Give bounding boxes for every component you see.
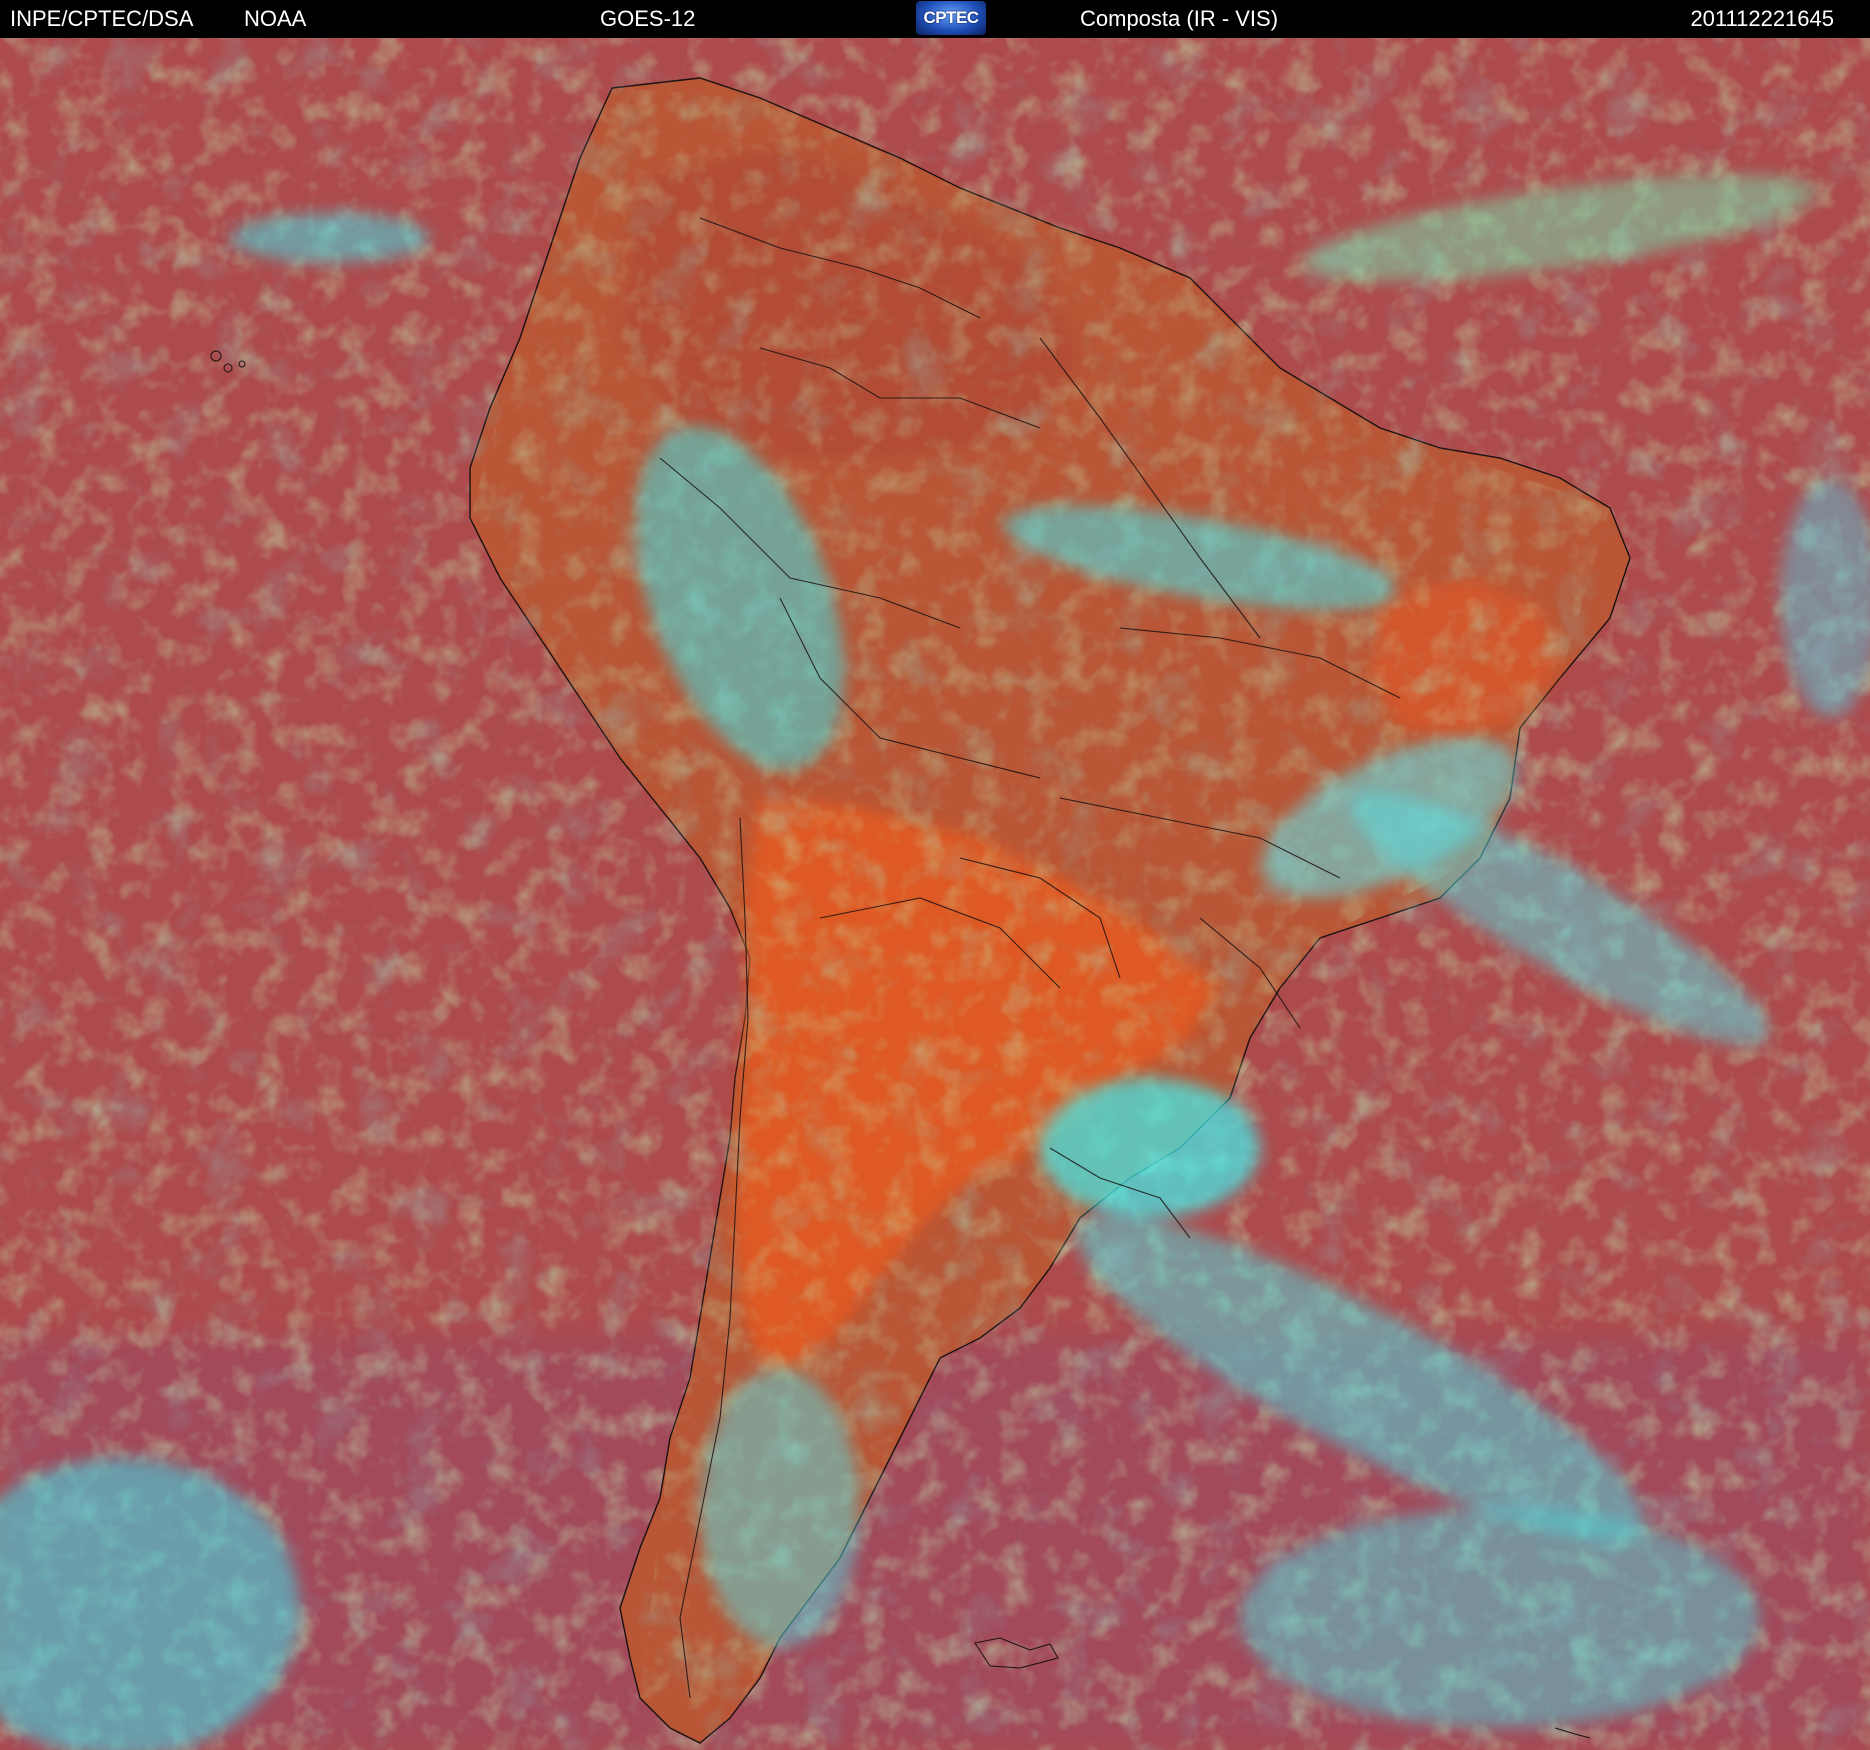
satellite-label: GOES-12: [600, 6, 696, 31]
cyan-cloud-texture: [0, 38, 1870, 1750]
timestamp-label: 201112221645: [1690, 6, 1834, 31]
source-label: INPE/CPTEC/DSA: [10, 6, 194, 31]
product-label: Composta (IR - VIS): [1080, 6, 1279, 31]
cptec-logo-text: CPTEC: [923, 8, 979, 27]
cptec-logo: CPTEC: [916, 1, 986, 35]
agency-label: NOAA: [244, 6, 307, 31]
image-header: INPE/CPTEC/DSA NOAA GOES-12 CPTEC Compos…: [0, 0, 1870, 38]
satellite-composite-image: [0, 38, 1870, 1750]
